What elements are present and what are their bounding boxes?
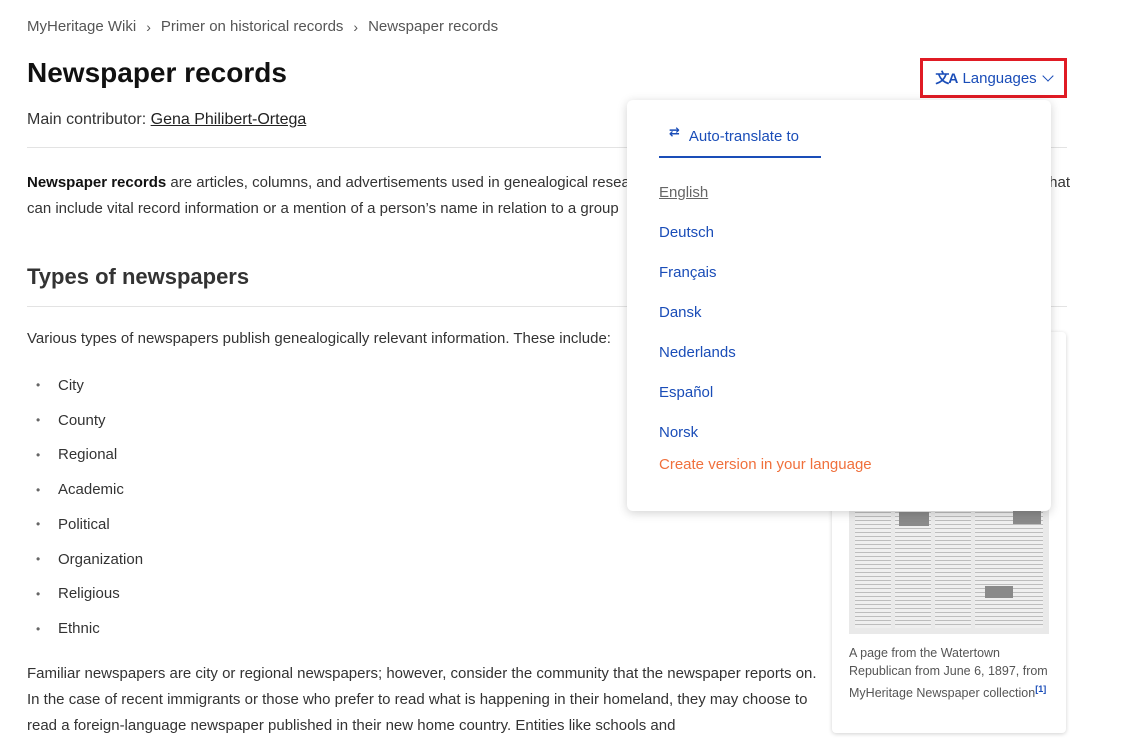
language-option-dansk[interactable]: Dansk [659, 292, 1039, 332]
chevron-right-icon: › [353, 18, 359, 35]
bullet-icon: • [36, 447, 41, 462]
bullet-icon: • [36, 552, 41, 567]
list-item-label: Ethnic [58, 620, 100, 638]
image-caption: A page from the Watertown Republican fro… [849, 644, 1049, 702]
tab-auto-translate-label: Auto-translate to [688, 128, 799, 145]
contributor-label: Main contributor: [27, 111, 147, 128]
bullet-icon: • [36, 621, 41, 636]
list-item: • Regional [27, 438, 143, 473]
language-list[interactable]: English Deutsch Français Dansk Nederland… [659, 172, 1039, 439]
breadcrumb-current: Newspaper records [368, 18, 499, 35]
breadcrumb: MyHeritage Wiki › Primer on historical r… [27, 18, 498, 35]
list-item-label: Academic [58, 481, 124, 499]
language-option-deutsch[interactable]: Deutsch [659, 212, 1039, 252]
chevron-down-icon [1042, 70, 1054, 82]
list-item: • Political [27, 507, 143, 542]
intro-line1: are articles, columns, and advertisement… [166, 174, 630, 191]
language-option-english[interactable]: English [659, 172, 1039, 212]
newspaper-types-list: • City • County • Regional • Academic • Polit… [27, 368, 143, 646]
list-item: • Organization [27, 542, 143, 577]
list-item-label: County [58, 411, 106, 429]
chevron-right-icon: › [146, 18, 151, 35]
list-item-label: City [58, 376, 84, 394]
list-item-label: Regional [58, 446, 118, 464]
bullet-icon: • [36, 517, 41, 532]
language-option-espanol[interactable]: Español [659, 372, 1039, 412]
breadcrumb-wiki[interactable]: MyHeritage Wiki [27, 18, 136, 35]
bullet-icon: • [36, 378, 41, 393]
language-option-norsk[interactable]: Norsk [659, 412, 1039, 439]
list-item-label: Political [58, 515, 110, 533]
list-item: • Religious [27, 577, 143, 612]
caption-text: A page from the Watertown Republican fro… [849, 646, 1048, 701]
create-version-link[interactable]: Create version in your language [659, 456, 872, 473]
contributor-line: Main contributor: Gena Philibert-Ortega [27, 111, 306, 129]
intro-bold-term: Newspaper records [27, 174, 167, 191]
tab-auto-translate[interactable]: ⇄ Auto-translate to [659, 122, 821, 158]
list-item: • City [27, 368, 143, 403]
breadcrumb-primer[interactable]: Primer on historical records [161, 18, 344, 35]
list-item: • Academic [27, 472, 143, 507]
page-title: Newspaper records [27, 57, 287, 88]
newspaper-image[interactable] [849, 502, 1049, 634]
languages-button[interactable]: 文A Languages [920, 58, 1067, 98]
body-paragraph: Familiar newspapers are city or regional… [27, 665, 817, 734]
section-intro: Various types of newspapers publish gene… [27, 330, 611, 347]
list-item-label: Religious [58, 585, 120, 603]
translate-icon: 文A [935, 70, 958, 86]
bullet-icon: • [36, 586, 41, 601]
language-option-nederlands[interactable]: Nederlands [659, 332, 1039, 372]
languages-button-label: Languages [962, 69, 1037, 87]
list-item: • Ethnic [27, 611, 143, 646]
reference-link[interactable]: [1] [1035, 684, 1046, 694]
language-option-francais[interactable]: Français [659, 252, 1039, 292]
list-item-label: Organization [58, 550, 144, 568]
contributor-link[interactable]: Gena Philibert-Ortega [151, 111, 307, 128]
bullet-icon: • [36, 413, 41, 428]
auto-translate-icon: ⇄ [669, 124, 680, 139]
languages-dropdown: ⇄ Auto-translate to English Deutsch Fran… [627, 100, 1051, 511]
list-item: • County [27, 403, 143, 438]
bullet-icon: • [36, 482, 41, 497]
section-heading: Types of newspapers [27, 264, 250, 289]
